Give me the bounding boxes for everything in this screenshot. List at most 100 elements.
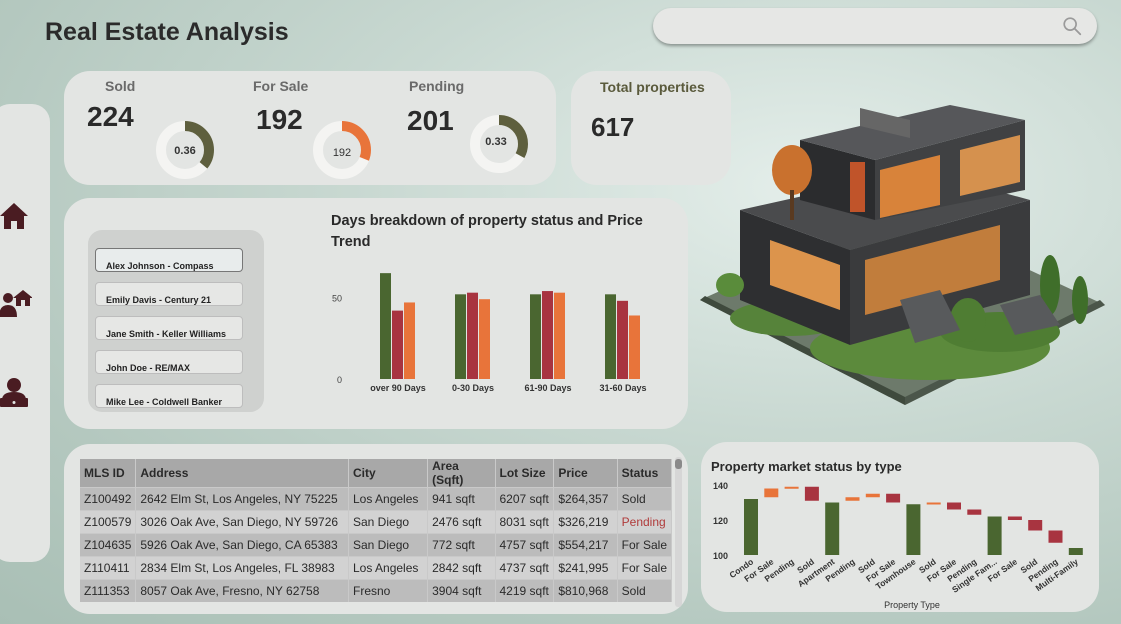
table-cell: Fresno	[348, 579, 429, 602]
bar	[617, 300, 628, 379]
table-cell: 4737 sqft	[495, 556, 555, 580]
y-tick-label: 100	[713, 551, 728, 561]
bar	[605, 294, 616, 379]
sidebar	[0, 104, 50, 562]
days-chart-title: Days breakdown of property status and Pr…	[331, 211, 643, 253]
pending-label: Pending	[409, 78, 465, 94]
table-cell: Los Angeles	[348, 556, 429, 580]
agent-laptop-icon[interactable]	[0, 374, 32, 410]
table-header-row: MLS ID Address City Area (Sqft) Lot Size…	[80, 459, 673, 488]
waterfall-bar	[744, 499, 758, 555]
status-cell: For Sale	[617, 556, 673, 580]
column-header[interactable]: Address	[135, 459, 349, 488]
search-input[interactable]	[653, 8, 1097, 44]
waterfall-bar	[967, 509, 982, 515]
waterfall-bar	[1028, 520, 1043, 531]
table-cell: Z110411	[80, 556, 137, 580]
column-header[interactable]: MLS ID	[80, 459, 137, 488]
column-header[interactable]: Price	[553, 459, 618, 488]
table-row[interactable]: Z100492 2642 Elm St, Los Angeles, NY 752…	[80, 487, 673, 511]
waterfall-bar	[1068, 548, 1083, 555]
bar	[629, 315, 640, 379]
table-cell: 5926 Oak Ave, San Diego, CA 65383	[135, 533, 349, 557]
bar	[530, 294, 541, 379]
table-scrollbar[interactable]	[675, 457, 682, 607]
table-cell: $554,217	[553, 533, 618, 557]
waterfall-bar	[1048, 530, 1063, 543]
table-row[interactable]: Z110411 2834 Elm St, Los Angeles, FL 389…	[80, 556, 673, 580]
table-cell: Z104635	[80, 533, 137, 557]
for-sale-donut-label: 192	[333, 147, 351, 159]
bar	[380, 273, 391, 379]
days-chart-title-line: Trend	[331, 234, 371, 250]
table-cell: Z100492	[80, 487, 137, 511]
agent-item[interactable]: John Doe - RE/MAX	[95, 350, 243, 374]
bar	[542, 291, 553, 379]
table-cell: 772 sqft	[427, 533, 496, 557]
bar	[404, 302, 415, 379]
for-sale-label: For Sale	[253, 78, 309, 94]
waterfall-bar	[804, 486, 819, 501]
status-cell: Pending	[617, 510, 673, 534]
table-row[interactable]: Z111353 8057 Oak Ave, Fresno, NY 62758 F…	[80, 579, 673, 602]
y-tick-label: 0	[337, 375, 342, 385]
waterfall-bar	[825, 502, 840, 555]
table-cell: Z111353	[80, 579, 137, 602]
status-cell: For Sale	[617, 533, 673, 557]
table-cell: San Diego	[348, 533, 429, 557]
x-axis-label: Property Type	[884, 600, 940, 610]
days-chart-title-line: Days breakdown of property status and Pr…	[331, 213, 643, 229]
property-table: MLS ID Address City Area (Sqft) Lot Size…	[80, 459, 673, 602]
table-cell: Los Angeles	[348, 487, 429, 511]
bar	[392, 310, 403, 379]
table-cell: $810,968	[553, 579, 618, 602]
bar	[479, 299, 490, 379]
sold-value: 224	[87, 101, 134, 132]
bar	[455, 294, 466, 379]
waterfall-bar	[1007, 516, 1022, 520]
waterfall-bar	[987, 516, 1002, 555]
column-header[interactable]: Lot Size	[495, 459, 555, 488]
search-icon[interactable]	[1061, 15, 1083, 37]
waterfall-bar	[906, 504, 921, 555]
agent-item[interactable]: Alex Johnson - Compass	[95, 248, 243, 272]
table-cell: $264,357	[553, 487, 618, 511]
agents-home-icon[interactable]	[0, 284, 32, 320]
status-cell: Sold	[617, 579, 673, 602]
table-row[interactable]: Z100579 3026 Oak Ave, San Diego, NY 5972…	[80, 510, 673, 534]
waterfall-bar	[947, 502, 961, 510]
y-tick-label: 120	[713, 516, 728, 526]
total-properties-value: 617	[591, 112, 635, 142]
column-header[interactable]: City	[348, 459, 429, 488]
page-title: Real Estate Analysis	[45, 18, 289, 46]
table-cell: 4219 sqft	[495, 579, 555, 602]
table-cell: Z100579	[80, 510, 137, 534]
table-cell: 2476 sqft	[427, 510, 496, 534]
waterfall-bar	[865, 493, 880, 498]
table-scrollbar-thumb[interactable]	[675, 459, 682, 469]
bar	[554, 292, 565, 379]
x-tick-label: 31-60 Days	[599, 383, 646, 393]
status-cell: Sold	[617, 487, 673, 511]
table-cell: 6207 sqft	[495, 487, 555, 511]
for-sale-donut: 192	[313, 121, 371, 179]
market-chart-title: Property market status by type	[711, 459, 902, 474]
table-row[interactable]: Z104635 5926 Oak Ave, San Diego, CA 6538…	[80, 533, 673, 557]
pending-value: 201	[407, 105, 454, 136]
agent-item[interactable]: Jane Smith - Keller Williams	[95, 316, 243, 340]
home-icon[interactable]	[0, 198, 32, 234]
agent-item[interactable]: Mike Lee - Coldwell Banker	[95, 384, 243, 408]
agent-slicer: Alex Johnson - Compass Emily Davis - Cen…	[88, 230, 264, 412]
y-tick-label: 140	[713, 481, 728, 491]
for-sale-value: 192	[256, 104, 303, 135]
market-status-chart: 100120140CondoFor SalePending SoldApartme…	[713, 481, 1083, 610]
table-cell: 8057 Oak Ave, Fresno, NY 62758	[135, 579, 349, 602]
column-header[interactable]: Area (Sqft)	[427, 459, 496, 488]
sold-label: Sold	[105, 78, 136, 94]
x-tick-label: 0-30 Days	[452, 383, 494, 393]
column-header[interactable]: Status	[617, 459, 673, 488]
agent-item[interactable]: Emily Davis - Century 21	[95, 282, 243, 306]
sold-donut-label: 0.36	[174, 145, 195, 157]
table-cell: San Diego	[348, 510, 429, 534]
y-tick-label: 50	[332, 294, 342, 304]
